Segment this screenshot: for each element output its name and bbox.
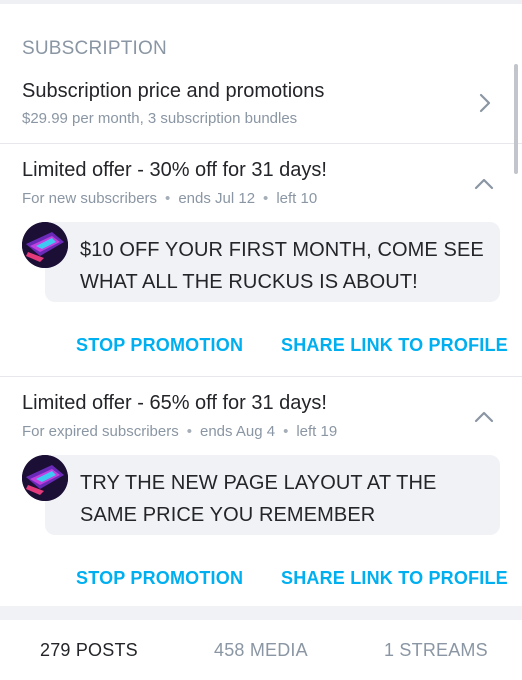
offer-audience: For new subscribers bbox=[22, 190, 158, 207]
offer-left: left 19 bbox=[296, 423, 338, 440]
chevron-up-icon[interactable] bbox=[473, 173, 495, 195]
offer-meta: For new subscribers • ends Jul 12 • left 10 bbox=[22, 190, 317, 207]
separator-dot: • bbox=[165, 190, 171, 207]
offer-title: Limited offer - 65% off for 31 days! bbox=[22, 392, 327, 414]
scrollbar[interactable] bbox=[514, 64, 518, 174]
chevron-up-icon[interactable] bbox=[473, 406, 495, 428]
section-title: SUBSCRIPTION bbox=[22, 38, 167, 59]
tab-media[interactable]: 458 MEDIA bbox=[214, 640, 308, 661]
offer-message-bubble: $10 OFF YOUR FIRST MONTH, COME SEE WHAT … bbox=[45, 222, 500, 302]
avatar[interactable] bbox=[22, 455, 68, 501]
offer-audience: For expired subscribers bbox=[22, 423, 179, 440]
separator-dot: • bbox=[186, 423, 192, 440]
stop-promotion-button[interactable]: STOP PROMOTION bbox=[76, 568, 243, 589]
offer-meta: For expired subscribers • ends Aug 4 • left … bbox=[22, 423, 337, 440]
profile-tabs: 279 POSTS 458 MEDIA 1 STREAMS bbox=[0, 620, 522, 680]
share-link-button[interactable]: SHARE LINK TO PROFILE bbox=[281, 568, 508, 589]
tab-posts[interactable]: 279 POSTS bbox=[40, 640, 138, 661]
divider bbox=[0, 143, 522, 144]
divider bbox=[0, 376, 522, 377]
chevron-right-icon[interactable] bbox=[474, 92, 496, 114]
share-link-button[interactable]: SHARE LINK TO PROFILE bbox=[281, 335, 508, 356]
offer-title: Limited offer - 30% off for 31 days! bbox=[22, 159, 327, 181]
separator-dot: • bbox=[263, 190, 269, 207]
offer-message-bubble: TRY THE NEW PAGE LAYOUT AT THE SAME PRIC… bbox=[45, 455, 500, 535]
tab-streams[interactable]: 1 STREAMS bbox=[384, 640, 488, 661]
offer-ends: ends Aug 4 bbox=[200, 423, 276, 440]
separator-dot: • bbox=[283, 423, 289, 440]
subscription-row-subtitle: $29.99 per month, 3 subscription bundles bbox=[22, 110, 298, 127]
offer-left: left 10 bbox=[276, 190, 318, 207]
offer-ends: ends Jul 12 bbox=[178, 190, 256, 207]
avatar[interactable] bbox=[22, 222, 68, 268]
subscription-card: SUBSCRIPTION Subscription price and prom… bbox=[0, 4, 522, 606]
subscription-row-title: Subscription price and promotions bbox=[22, 80, 325, 102]
stop-promotion-button[interactable]: STOP PROMOTION bbox=[76, 335, 243, 356]
